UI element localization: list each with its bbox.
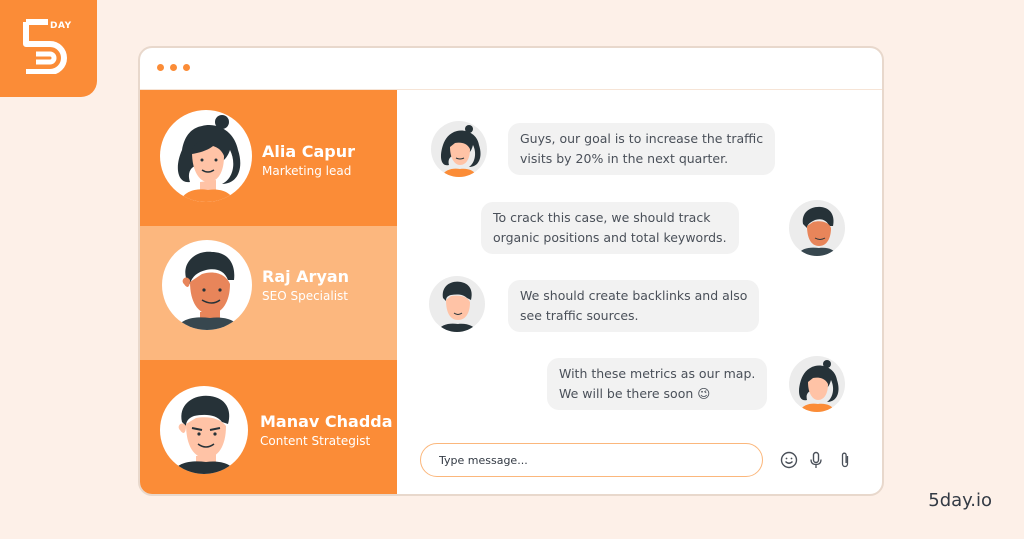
emoji-icon[interactable] xyxy=(778,448,800,472)
message-line: We will be there soon 😉 xyxy=(559,386,711,401)
contact-item[interactable]: Alia Capur Marketing lead xyxy=(140,90,397,226)
woman-avatar-icon xyxy=(789,356,845,412)
woman-avatar-icon xyxy=(160,110,252,202)
contact-role: Marketing lead xyxy=(262,164,352,178)
woman-avatar-icon xyxy=(431,121,487,177)
contact-role: Content Strategist xyxy=(260,434,371,448)
man-avatar-icon xyxy=(429,276,485,332)
message-bubble: Guys, our goal is to increase the traffi… xyxy=(508,123,776,175)
message-input[interactable] xyxy=(420,443,763,477)
contact-name: Manav Chadda xyxy=(260,412,393,431)
message-bubble: With these metrics as our map. We will b… xyxy=(547,358,768,410)
logo-text: DAY xyxy=(50,21,72,31)
message-bubble: We should create backlinks and also see … xyxy=(508,280,760,332)
message-line: organic positions and total keywords. xyxy=(493,230,727,245)
window-titlebar xyxy=(140,48,882,90)
contact-name: Raj Aryan xyxy=(262,267,350,286)
message-bubble: To crack this case, we should track orga… xyxy=(481,202,739,254)
message-line: see traffic sources. xyxy=(520,308,639,323)
contact-name: Alia Capur xyxy=(262,142,355,161)
window-dot[interactable] xyxy=(170,64,177,71)
message-line: Guys, our goal is to increase the traffi… xyxy=(520,131,764,146)
message-line: We should create backlinks and also xyxy=(520,288,748,303)
message-line: With these metrics as our map. xyxy=(559,366,756,381)
contacts-sidebar: Alia Capur Marketing lead Raj Aryan SEO … xyxy=(140,90,397,494)
chat-window: Alia Capur Marketing lead Raj Aryan SEO … xyxy=(138,46,884,496)
chat-panel: Guys, our goal is to increase the traffi… xyxy=(397,90,882,494)
message-line: visits by 20% in the next quarter. xyxy=(520,151,729,166)
man-avatar-icon xyxy=(160,386,248,474)
microphone-icon[interactable] xyxy=(805,448,827,472)
message-line: To crack this case, we should track xyxy=(493,210,711,225)
contact-item[interactable]: Manav Chadda Content Strategist xyxy=(140,360,397,494)
contact-role: SEO Specialist xyxy=(262,289,348,303)
brand-logo: DAY xyxy=(0,0,97,97)
man-avatar-icon xyxy=(162,240,252,330)
paperclip-icon[interactable] xyxy=(834,448,856,472)
contact-item[interactable]: Raj Aryan SEO Specialist xyxy=(140,226,397,360)
window-dot[interactable] xyxy=(183,64,190,71)
window-dot[interactable] xyxy=(157,64,164,71)
man-avatar-icon xyxy=(789,200,845,256)
site-url: 5day.io xyxy=(928,490,992,511)
